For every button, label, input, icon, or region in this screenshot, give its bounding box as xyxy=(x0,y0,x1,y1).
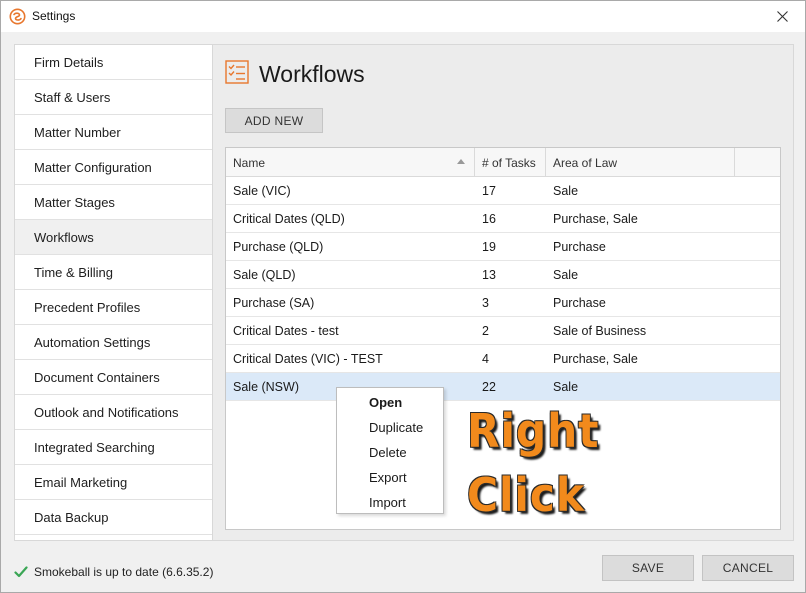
sidebar-item-label: Matter Number xyxy=(34,124,121,140)
annotation-line-1: Right xyxy=(467,404,600,458)
sidebar-item-workflows[interactable]: Workflows xyxy=(15,220,212,255)
column-header-area-of-law[interactable]: Area of Law xyxy=(546,148,735,177)
sidebar-item-document-containers[interactable]: Document Containers xyxy=(15,360,212,395)
table-row[interactable]: Sale (QLD) 13 Sale xyxy=(226,261,780,289)
cell-name: Sale (QLD) xyxy=(233,267,296,282)
cell-tasks: 17 xyxy=(482,183,496,198)
cell-area: Sale xyxy=(553,183,579,198)
table-row[interactable]: Critical Dates (QLD) 16 Purchase, Sale xyxy=(226,205,780,233)
context-menu-open[interactable]: Open xyxy=(337,390,443,415)
context-menu-duplicate[interactable]: Duplicate xyxy=(337,415,443,440)
smokeball-logo-icon xyxy=(9,8,26,25)
sidebar-item-firm-details[interactable]: Firm Details xyxy=(15,45,212,80)
column-header-label: Name xyxy=(233,155,266,170)
sidebar-item-label: Firm Details xyxy=(34,54,104,70)
cell-name: Critical Dates (VIC) - TEST xyxy=(233,351,383,366)
cell-name: Critical Dates - test xyxy=(233,323,339,338)
sidebar-item-label: Workflows xyxy=(34,229,94,245)
column-header-label: # of Tasks xyxy=(482,155,536,170)
row-context-menu: Open Duplicate Delete Export Import xyxy=(336,387,444,514)
sidebar-item-label: Matter Configuration xyxy=(34,159,152,175)
sidebar-item-integrated-searching[interactable]: Integrated Searching xyxy=(15,430,212,465)
status-text: Smokeball is up to date (6.6.35.2) xyxy=(34,565,214,579)
sidebar-item-matter-number[interactable]: Matter Number xyxy=(15,115,212,150)
sidebar-item-label: Outlook and Notifications xyxy=(34,404,179,420)
page-title: Workflows xyxy=(259,61,365,87)
update-status: Smokeball is up to date (6.6.35.2) xyxy=(14,565,213,579)
sidebar-item-label: Data Backup xyxy=(34,509,109,525)
cell-area: Sale xyxy=(553,267,579,282)
table-row[interactable]: Purchase (SA) 3 Purchase xyxy=(226,289,780,317)
sidebar-item-label: Matter Stages xyxy=(34,194,115,210)
cell-tasks: 22 xyxy=(482,379,496,394)
cell-tasks: 16 xyxy=(482,211,496,226)
cell-name: Purchase (SA) xyxy=(233,295,315,310)
cell-tasks: 4 xyxy=(482,351,489,366)
cell-name: Purchase (QLD) xyxy=(233,239,324,254)
sidebar-item-label: Automation Settings xyxy=(34,334,151,350)
table-row[interactable]: Sale (VIC) 17 Sale xyxy=(226,177,780,205)
column-header-filler xyxy=(735,148,780,177)
sidebar-item-email-marketing[interactable]: Email Marketing xyxy=(15,465,212,500)
table-row[interactable]: Critical Dates (VIC) - TEST 4 Purchase, … xyxy=(226,345,780,373)
save-button[interactable]: SAVE xyxy=(602,555,694,581)
cancel-button[interactable]: CANCEL xyxy=(702,555,794,581)
sidebar-item-label: Precedent Profiles xyxy=(34,299,141,315)
column-header-name[interactable]: Name xyxy=(226,148,475,177)
sidebar-item-label: Integrated Searching xyxy=(34,439,155,455)
cell-area: Sale xyxy=(553,379,579,394)
cell-area: Sale of Business xyxy=(553,323,647,338)
annotation-line-2: Click xyxy=(467,468,585,522)
sidebar-item-label: Email Marketing xyxy=(34,474,128,490)
cell-name: Critical Dates (QLD) xyxy=(233,211,345,226)
right-click-annotation: Right Click xyxy=(467,399,599,527)
context-menu-import[interactable]: Import xyxy=(337,490,443,515)
cell-tasks: 3 xyxy=(482,295,489,310)
sidebar-item-time-billing[interactable]: Time & Billing xyxy=(15,255,212,290)
settings-window: Settings Firm Details Staff & Users Matt… xyxy=(0,0,806,593)
sort-ascending-icon xyxy=(457,159,465,164)
settings-sidebar: Firm Details Staff & Users Matter Number… xyxy=(14,44,213,541)
close-icon xyxy=(776,10,788,22)
cell-area: Purchase xyxy=(553,295,606,310)
table-row[interactable]: Critical Dates - test 2 Sale of Business xyxy=(226,317,780,345)
context-menu-delete[interactable]: Delete xyxy=(337,440,443,465)
sidebar-item-label: Staff & Users xyxy=(34,89,111,105)
sidebar-item-precedent-profiles[interactable]: Precedent Profiles xyxy=(15,290,212,325)
column-header-tasks[interactable]: # of Tasks xyxy=(475,148,546,177)
sidebar-item-outlook-notifications[interactable]: Outlook and Notifications xyxy=(15,395,212,430)
window-title: Settings xyxy=(32,9,76,23)
add-new-button[interactable]: ADD NEW xyxy=(225,108,323,133)
cell-area: Purchase, Sale xyxy=(553,211,638,226)
cell-tasks: 19 xyxy=(482,239,496,254)
sidebar-item-staff-users[interactable]: Staff & Users xyxy=(15,80,212,115)
table-header: Name # of Tasks Area of Law xyxy=(226,148,780,177)
cell-tasks: 13 xyxy=(482,267,496,282)
cell-name: Sale (VIC) xyxy=(233,183,291,198)
sidebar-item-data-backup[interactable]: Data Backup xyxy=(15,500,212,535)
sidebar-item-matter-configuration[interactable]: Matter Configuration xyxy=(15,150,212,185)
sidebar-item-matter-stages[interactable]: Matter Stages xyxy=(15,185,212,220)
sidebar-item-label: Time & Billing xyxy=(34,264,113,280)
cell-area: Purchase, Sale xyxy=(553,351,638,366)
context-menu-export[interactable]: Export xyxy=(337,465,443,490)
column-header-label: Area of Law xyxy=(553,155,618,170)
sidebar-item-label: Document Containers xyxy=(34,369,160,385)
cell-tasks: 2 xyxy=(482,323,489,338)
sidebar-item-automation-settings[interactable]: Automation Settings xyxy=(15,325,212,360)
checklist-icon xyxy=(225,60,249,84)
checkmark-icon xyxy=(14,566,28,578)
table-row-selected[interactable]: Sale (NSW) 22 Sale xyxy=(226,373,780,401)
title-bar: Settings xyxy=(1,1,805,32)
cell-area: Purchase xyxy=(553,239,606,254)
close-button[interactable] xyxy=(767,5,797,27)
table-row[interactable]: Purchase (QLD) 19 Purchase xyxy=(226,233,780,261)
